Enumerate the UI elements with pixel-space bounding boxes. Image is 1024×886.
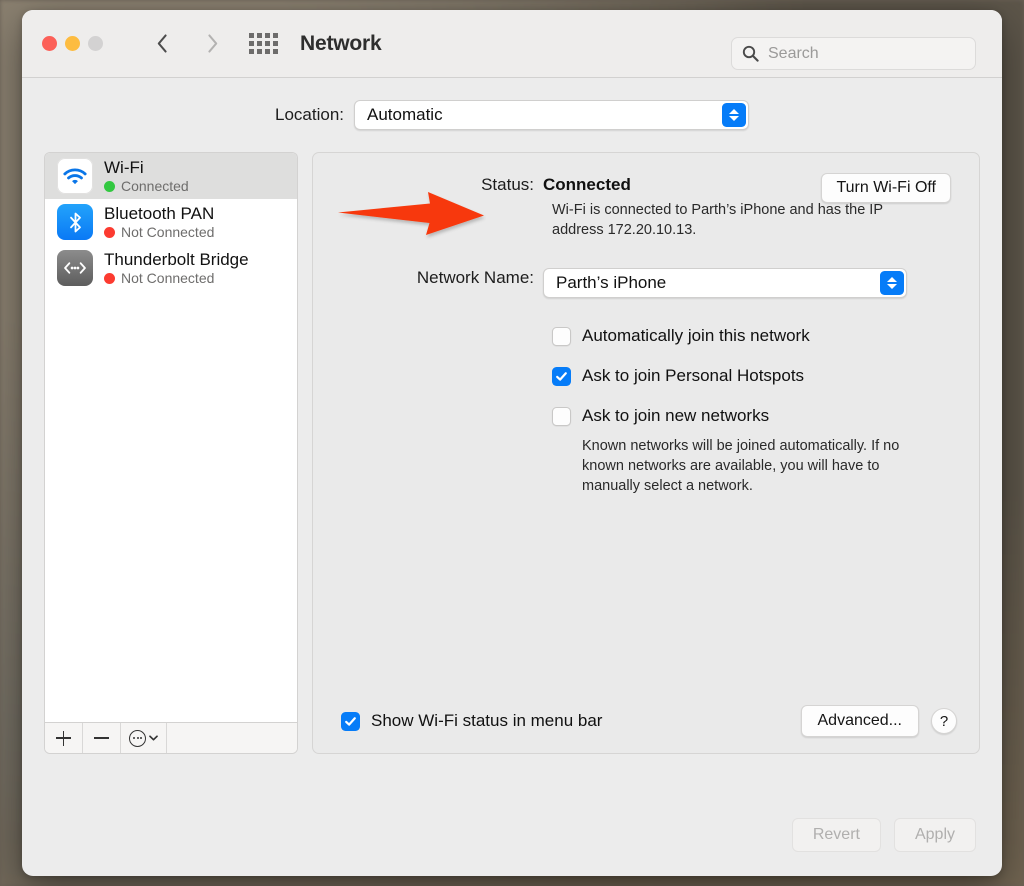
status-label: Status:	[313, 175, 543, 195]
sidebar-item-text: Bluetooth PAN Not Connected	[104, 204, 214, 240]
status-text: Not Connected	[121, 270, 214, 286]
interface-actions-button[interactable]	[121, 723, 167, 753]
sidebar-item-text: Wi-Fi Connected	[104, 158, 189, 194]
bluetooth-icon	[57, 204, 93, 240]
show-wifi-status-row[interactable]: Show Wi-Fi status in menu bar	[341, 711, 602, 731]
sidebar-toolbar	[44, 722, 298, 754]
thunderbolt-icon	[57, 250, 93, 286]
ask-join-hotspots-row[interactable]: Ask to join Personal Hotspots	[552, 366, 951, 386]
apply-button[interactable]: Apply	[894, 818, 976, 852]
known-networks-note: Known networks will be joined automatica…	[582, 436, 934, 496]
network-name-value: Parth’s iPhone	[544, 273, 666, 293]
interface-name: Wi-Fi	[104, 158, 189, 177]
location-value: Automatic	[355, 105, 443, 125]
window-footer: Revert Apply	[22, 794, 1002, 876]
zoom-button[interactable]	[88, 36, 103, 51]
interface-sidebar: Wi-Fi Connected Bluetooth PAN	[44, 152, 298, 754]
network-name-row: Network Name: Parth’s iPhone	[313, 268, 951, 298]
ask-join-hotspots-label: Ask to join Personal Hotspots	[582, 366, 804, 386]
status-text: Connected	[121, 178, 189, 194]
ask-join-new-networks-label: Ask to join new networks	[582, 406, 769, 426]
network-name-stepper-icon	[880, 271, 904, 295]
turn-wifi-off-button[interactable]: Turn Wi-Fi Off	[821, 173, 951, 203]
sidebar-item-wifi[interactable]: Wi-Fi Connected	[45, 153, 297, 199]
network-name-label: Network Name:	[313, 268, 543, 288]
auto-join-network-label: Automatically join this network	[582, 326, 810, 346]
chevron-down-icon	[149, 735, 158, 741]
panel-bottom-bar: Show Wi-Fi status in menu bar Advanced..…	[341, 705, 957, 737]
ask-join-new-networks-checkbox[interactable]	[552, 407, 571, 426]
auto-join-network-row[interactable]: Automatically join this network	[552, 326, 951, 346]
back-button[interactable]	[149, 29, 175, 59]
sidebar-item-text: Thunderbolt Bridge Not Connected	[104, 250, 249, 286]
plus-icon	[56, 731, 71, 746]
search-placeholder: Search	[768, 45, 819, 63]
network-preferences-window: Network Search Location: Automatic	[22, 10, 1002, 876]
status-value: Connected	[543, 175, 631, 195]
preferences-body: Wi-Fi Connected Bluetooth PAN	[22, 152, 1002, 794]
auto-join-network-checkbox[interactable]	[552, 327, 571, 346]
interface-status: Not Connected	[104, 224, 214, 240]
show-all-grid-icon[interactable]	[249, 33, 278, 54]
close-button[interactable]	[42, 36, 57, 51]
checkmark-icon	[344, 715, 357, 728]
back-chevron-icon	[157, 34, 168, 53]
location-dropdown[interactable]: Automatic	[354, 100, 749, 130]
location-label: Location:	[275, 105, 344, 125]
interface-name: Bluetooth PAN	[104, 204, 214, 223]
forward-button[interactable]	[199, 29, 225, 59]
status-text: Not Connected	[121, 224, 214, 240]
sidebar-item-bluetooth-pan[interactable]: Bluetooth PAN Not Connected	[45, 199, 297, 245]
minus-icon	[94, 731, 109, 746]
sidebar-item-thunderbolt-bridge[interactable]: Thunderbolt Bridge Not Connected	[45, 245, 297, 291]
ellipsis-circle-icon	[129, 730, 146, 747]
interface-status: Not Connected	[104, 270, 249, 286]
page-title: Network	[300, 32, 381, 56]
search-field[interactable]: Search	[731, 37, 976, 70]
search-icon	[742, 45, 759, 62]
status-dot-icon	[104, 227, 115, 238]
checkmark-icon	[555, 370, 568, 383]
wifi-settings-panel: Status: Connected Turn Wi-Fi Off Wi-Fi i…	[312, 152, 980, 754]
location-stepper-icon	[722, 103, 746, 127]
interface-name: Thunderbolt Bridge	[104, 250, 249, 269]
wifi-icon	[57, 158, 93, 194]
toolbar-filler	[167, 723, 297, 753]
forward-chevron-icon	[207, 34, 218, 53]
show-wifi-status-checkbox[interactable]	[341, 712, 360, 731]
status-dot-icon	[104, 181, 115, 192]
minimize-button[interactable]	[65, 36, 80, 51]
ask-join-new-networks-row[interactable]: Ask to join new networks	[552, 406, 951, 426]
add-interface-button[interactable]	[45, 723, 83, 753]
interface-status: Connected	[104, 178, 189, 194]
status-dot-icon	[104, 273, 115, 284]
ask-join-hotspots-checkbox[interactable]	[552, 367, 571, 386]
revert-button[interactable]: Revert	[792, 818, 881, 852]
status-description: Wi-Fi is connected to Parth’s iPhone and…	[543, 200, 903, 240]
help-button[interactable]: ?	[931, 708, 957, 734]
show-wifi-status-label: Show Wi-Fi status in menu bar	[371, 711, 602, 731]
advanced-button[interactable]: Advanced...	[801, 705, 920, 737]
network-name-dropdown[interactable]: Parth’s iPhone	[543, 268, 907, 298]
remove-interface-button[interactable]	[83, 723, 121, 753]
interface-list: Wi-Fi Connected Bluetooth PAN	[44, 152, 298, 722]
location-row: Location: Automatic	[22, 78, 1002, 152]
traffic-lights	[42, 36, 103, 51]
window-titlebar: Network Search	[22, 10, 1002, 78]
